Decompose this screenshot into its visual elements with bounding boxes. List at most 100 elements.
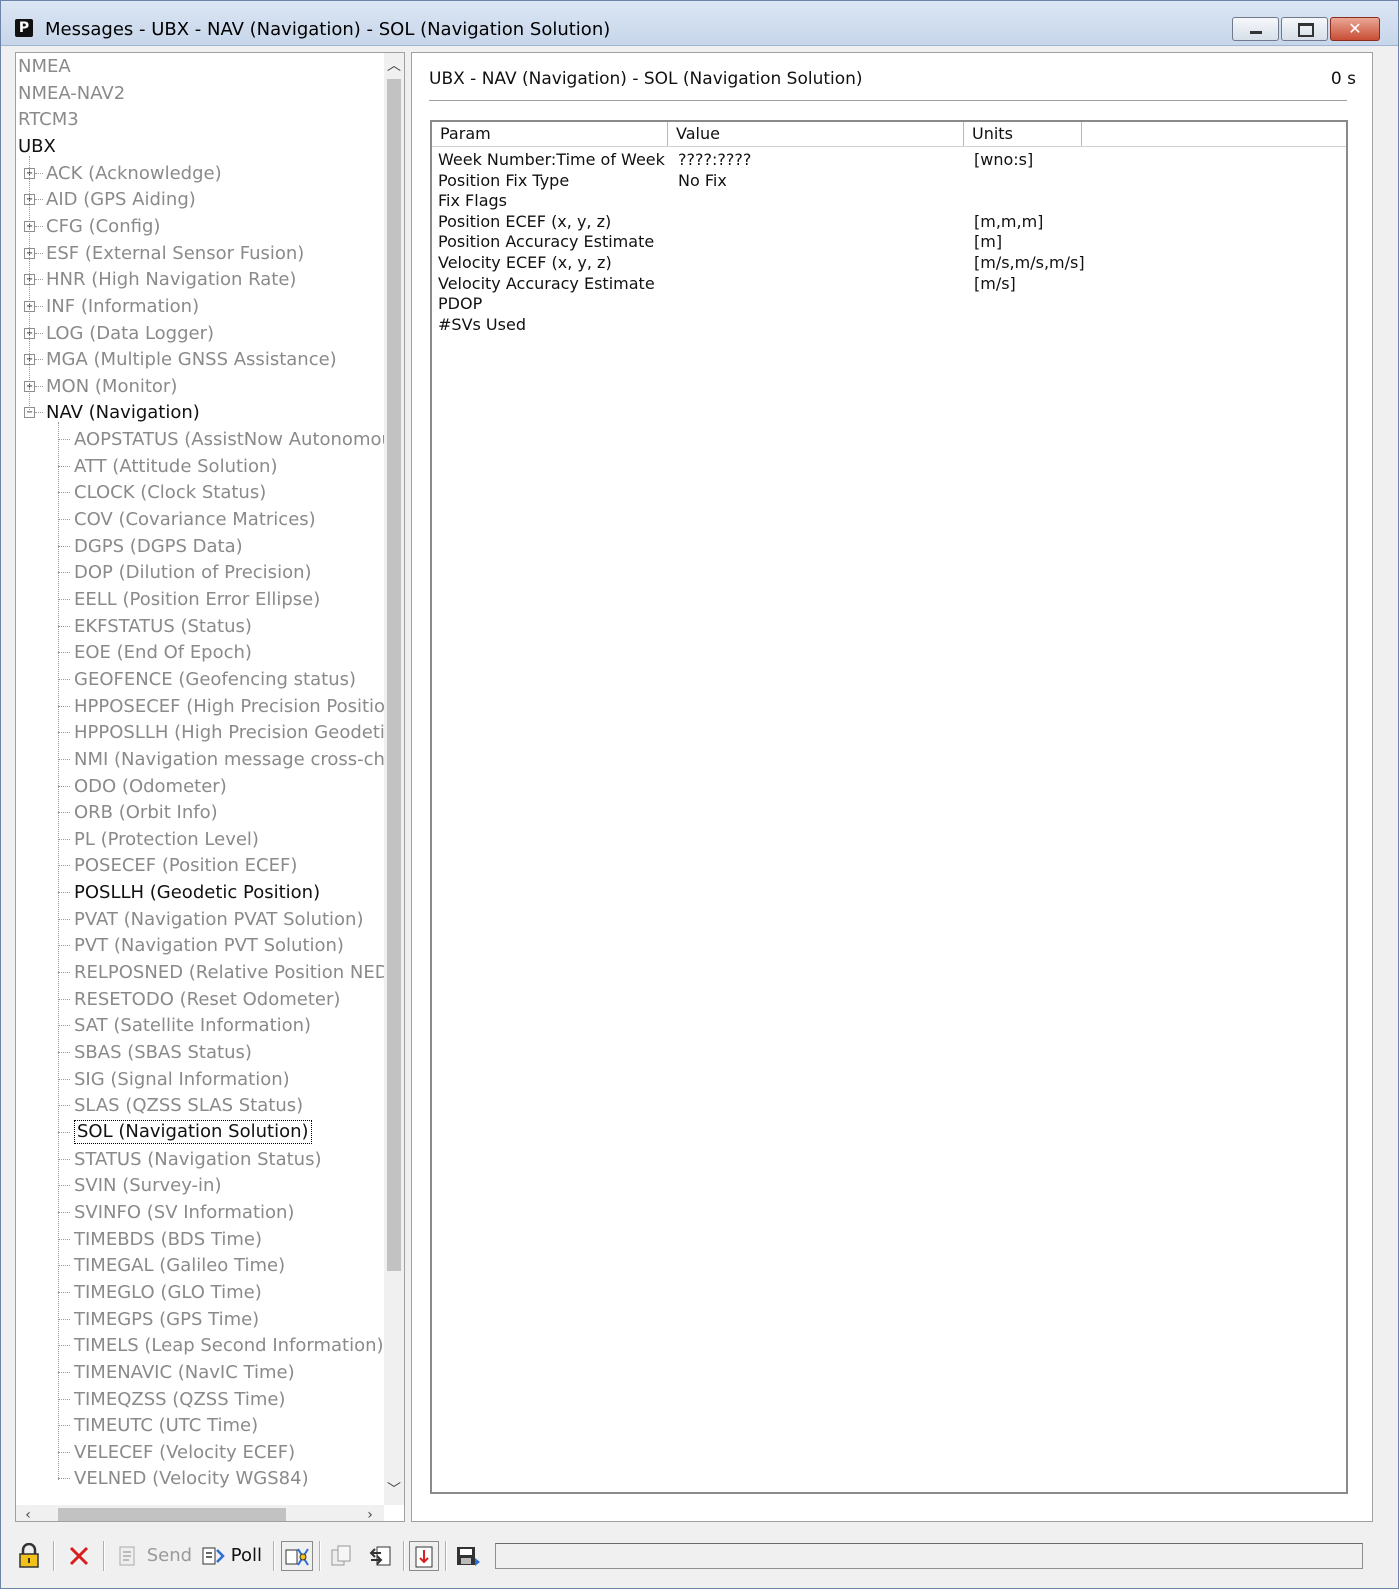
tree-message-item[interactable]: CLOCK (Clock Status) <box>16 479 384 506</box>
tree-message-item[interactable]: DGPS (DGPS Data) <box>16 533 384 560</box>
auto-scroll-toggle[interactable] <box>409 1541 439 1571</box>
scroll-left-arrow-icon[interactable]: ‹ <box>18 1505 38 1521</box>
tree-message-item[interactable]: EELL (Position Error Ellipse) <box>16 586 384 613</box>
tree-class-item[interactable]: + ESF (External Sensor Fusion) <box>16 240 384 267</box>
scroll-up-arrow-icon[interactable]: ︿ <box>384 55 404 75</box>
auto-poll-toggle[interactable] <box>281 1541 313 1571</box>
column-header-value[interactable]: Value <box>668 122 964 146</box>
tree-message-item[interactable]: SIG (Signal Information) <box>16 1066 384 1093</box>
tree-class-item[interactable]: + HNR (High Navigation Rate) <box>16 266 384 293</box>
tree-class-item[interactable]: + MGA (Multiple GNSS Assistance) <box>16 346 384 373</box>
poll-button[interactable]: Poll <box>201 1541 262 1571</box>
scroll-right-arrow-icon[interactable]: › <box>360 1505 380 1521</box>
table-row[interactable]: Position Fix Type No Fix <box>432 170 1346 191</box>
tree-message-item[interactable]: STATUS (Navigation Status) <box>16 1146 384 1173</box>
tree-message-item[interactable]: SAT (Satellite Information) <box>16 1012 384 1039</box>
vertical-scroll-thumb[interactable] <box>387 79 401 1271</box>
tree-message-item[interactable]: TIMELS (Leap Second Information) <box>16 1332 384 1359</box>
save-config-button[interactable] <box>455 1541 481 1571</box>
tree-class-item[interactable]: + ACK (Acknowledge) <box>16 160 384 187</box>
tree-connector <box>58 706 70 707</box>
tree-message-item[interactable]: TIMEGPS (GPS Time) <box>16 1306 384 1333</box>
tree-message-item[interactable]: RELPOSNED (Relative Position NED) <box>16 959 384 986</box>
tree-message-item[interactable]: AOPSTATUS (AssistNow Autonomous <box>16 426 384 453</box>
tree-message-item[interactable]: VELNED (Velocity WGS84) <box>16 1465 384 1492</box>
tree-root-item[interactable]: RTCM3 <box>16 106 384 133</box>
send-button[interactable]: Send <box>117 1541 192 1571</box>
table-row[interactable]: Week Number:Time of Week????:???? [wno:s] <box>432 149 1346 170</box>
import-button[interactable] <box>369 1541 393 1571</box>
tree-root-item[interactable]: NMEA-NAV2 <box>16 80 384 107</box>
tree-message-item[interactable]: GEOFENCE (Geofencing status) <box>16 666 384 693</box>
table-row[interactable]: #SVs Used <box>432 314 1346 335</box>
tree-message-item[interactable]: ODO (Odometer) <box>16 773 384 800</box>
horizontal-scrollbar[interactable]: ‹ › <box>16 1505 384 1521</box>
tree-message-item[interactable]: COV (Covariance Matrices) <box>16 506 384 533</box>
tree-message-item[interactable]: HPPOSECEF (High Precision Position E <box>16 693 384 720</box>
tree-item-label: TIMEGLO (GLO Time) <box>74 1282 262 1303</box>
tree-message-item[interactable]: PVAT (Navigation PVAT Solution) <box>16 906 384 933</box>
tree-message-item[interactable]: RESETODO (Reset Odometer) <box>16 986 384 1013</box>
tree-class-item[interactable]: − NAV (Navigation) <box>16 399 384 426</box>
tree-message-item[interactable]: DOP (Dilution of Precision) <box>16 559 384 586</box>
tree-item-label: PL (Protection Level) <box>74 829 259 850</box>
tree-class-item[interactable]: + CFG (Config) <box>16 213 384 240</box>
vertical-scrollbar[interactable]: ︿ ﹀ <box>384 53 404 1505</box>
tree-class-item[interactable]: + INF (Information) <box>16 293 384 320</box>
close-button[interactable]: ✕ <box>1330 17 1380 41</box>
tree-message-item[interactable]: EKFSTATUS (Status) <box>16 613 384 640</box>
tree-message-item[interactable]: TIMEQZSS (QZSS Time) <box>16 1386 384 1413</box>
title-bar[interactable]: P Messages - UBX - NAV (Navigation) - SO… <box>1 1 1398 46</box>
tree-message-item[interactable]: ORB (Orbit Info) <box>16 799 384 826</box>
scroll-down-arrow-icon[interactable]: ﹀ <box>384 1479 404 1499</box>
tree-message-item[interactable]: VELECEF (Velocity ECEF) <box>16 1439 384 1466</box>
table-row[interactable]: Velocity ECEF (x, y, z) [m/s,m/s,m/s] <box>432 252 1346 273</box>
tree-item-label: RELPOSNED (Relative Position NED) <box>74 962 384 983</box>
tree-root-item[interactable]: NMEA <box>16 53 384 80</box>
table-row[interactable]: Position ECEF (x, y, z) [m,m,m] <box>432 211 1346 232</box>
tree-message-item[interactable]: POSLLH (Geodetic Position) <box>16 879 384 906</box>
minimize-button[interactable] <box>1232 17 1279 41</box>
column-header-units[interactable]: Units <box>964 122 1082 146</box>
tree-message-item[interactable]: TIMEBDS (BDS Time) <box>16 1226 384 1253</box>
table-row[interactable]: Velocity Accuracy Estimate [m/s] <box>432 273 1346 294</box>
tree-class-item[interactable]: + MON (Monitor) <box>16 373 384 400</box>
copy-button[interactable] <box>329 1541 353 1571</box>
tree-item-label: POSECEF (Position ECEF) <box>74 855 298 876</box>
send-icon <box>119 1546 135 1566</box>
table-row[interactable]: Position Accuracy Estimate [m] <box>432 231 1346 252</box>
tree-item-label: PVT (Navigation PVT Solution) <box>74 935 344 956</box>
cell-param: Week Number:Time of Week <box>438 150 665 169</box>
tree-item-label: GEOFENCE (Geofencing status) <box>74 669 357 690</box>
tree-message-item[interactable]: SBAS (SBAS Status) <box>16 1039 384 1066</box>
tree-connector <box>35 386 43 387</box>
tree-message-item[interactable]: ATT (Attitude Solution) <box>16 453 384 480</box>
tree-class-item[interactable]: + AID (GPS Aiding) <box>16 186 384 213</box>
table-row[interactable]: PDOP <box>432 293 1346 314</box>
tree-message-item[interactable]: SVINFO (SV Information) <box>16 1199 384 1226</box>
tree-message-item[interactable]: PL (Protection Level) <box>16 826 384 853</box>
param-table[interactable]: Param Value Units Week Number:Time of We… <box>430 120 1348 1494</box>
tree-message-item[interactable]: SOL (Navigation Solution) <box>16 1119 384 1146</box>
tree-message-item[interactable]: TIMENAVIC (NavIC Time) <box>16 1359 384 1386</box>
horizontal-scroll-thumb[interactable] <box>58 1508 286 1521</box>
tree-message-item[interactable]: PVT (Navigation PVT Solution) <box>16 932 384 959</box>
tree-message-item[interactable]: NMI (Navigation message cross-check <box>16 746 384 773</box>
table-row[interactable]: Fix Flags <box>432 190 1346 211</box>
tree-item-label: SLAS (QZSS SLAS Status) <box>74 1095 304 1116</box>
tree-message-item[interactable]: TIMEGLO (GLO Time) <box>16 1279 384 1306</box>
tree-message-item[interactable]: SVIN (Survey-in) <box>16 1172 384 1199</box>
tree-root-item[interactable]: UBX <box>16 133 384 160</box>
tree-message-item[interactable]: SLAS (QZSS SLAS Status) <box>16 1092 384 1119</box>
tree-message-item[interactable]: HPPOSLLH (High Precision Geodetic P <box>16 719 384 746</box>
message-tree[interactable]: NMEA NMEA-NAV2 RTCM3 UBX + ACK (Acknowledge) +… <box>15 52 405 1522</box>
delete-button[interactable] <box>67 1541 91 1571</box>
tree-message-item[interactable]: POSECEF (Position ECEF) <box>16 852 384 879</box>
tree-class-item[interactable]: + LOG (Data Logger) <box>16 320 384 347</box>
tree-message-item[interactable]: TIMEGAL (Galileo Time) <box>16 1252 384 1279</box>
tree-message-item[interactable]: EOE (End Of Epoch) <box>16 639 384 666</box>
column-header-param[interactable]: Param <box>432 122 668 146</box>
tree-message-item[interactable]: TIMEUTC (UTC Time) <box>16 1412 384 1439</box>
lock-button[interactable] <box>17 1541 41 1571</box>
maximize-button[interactable] <box>1281 17 1328 41</box>
